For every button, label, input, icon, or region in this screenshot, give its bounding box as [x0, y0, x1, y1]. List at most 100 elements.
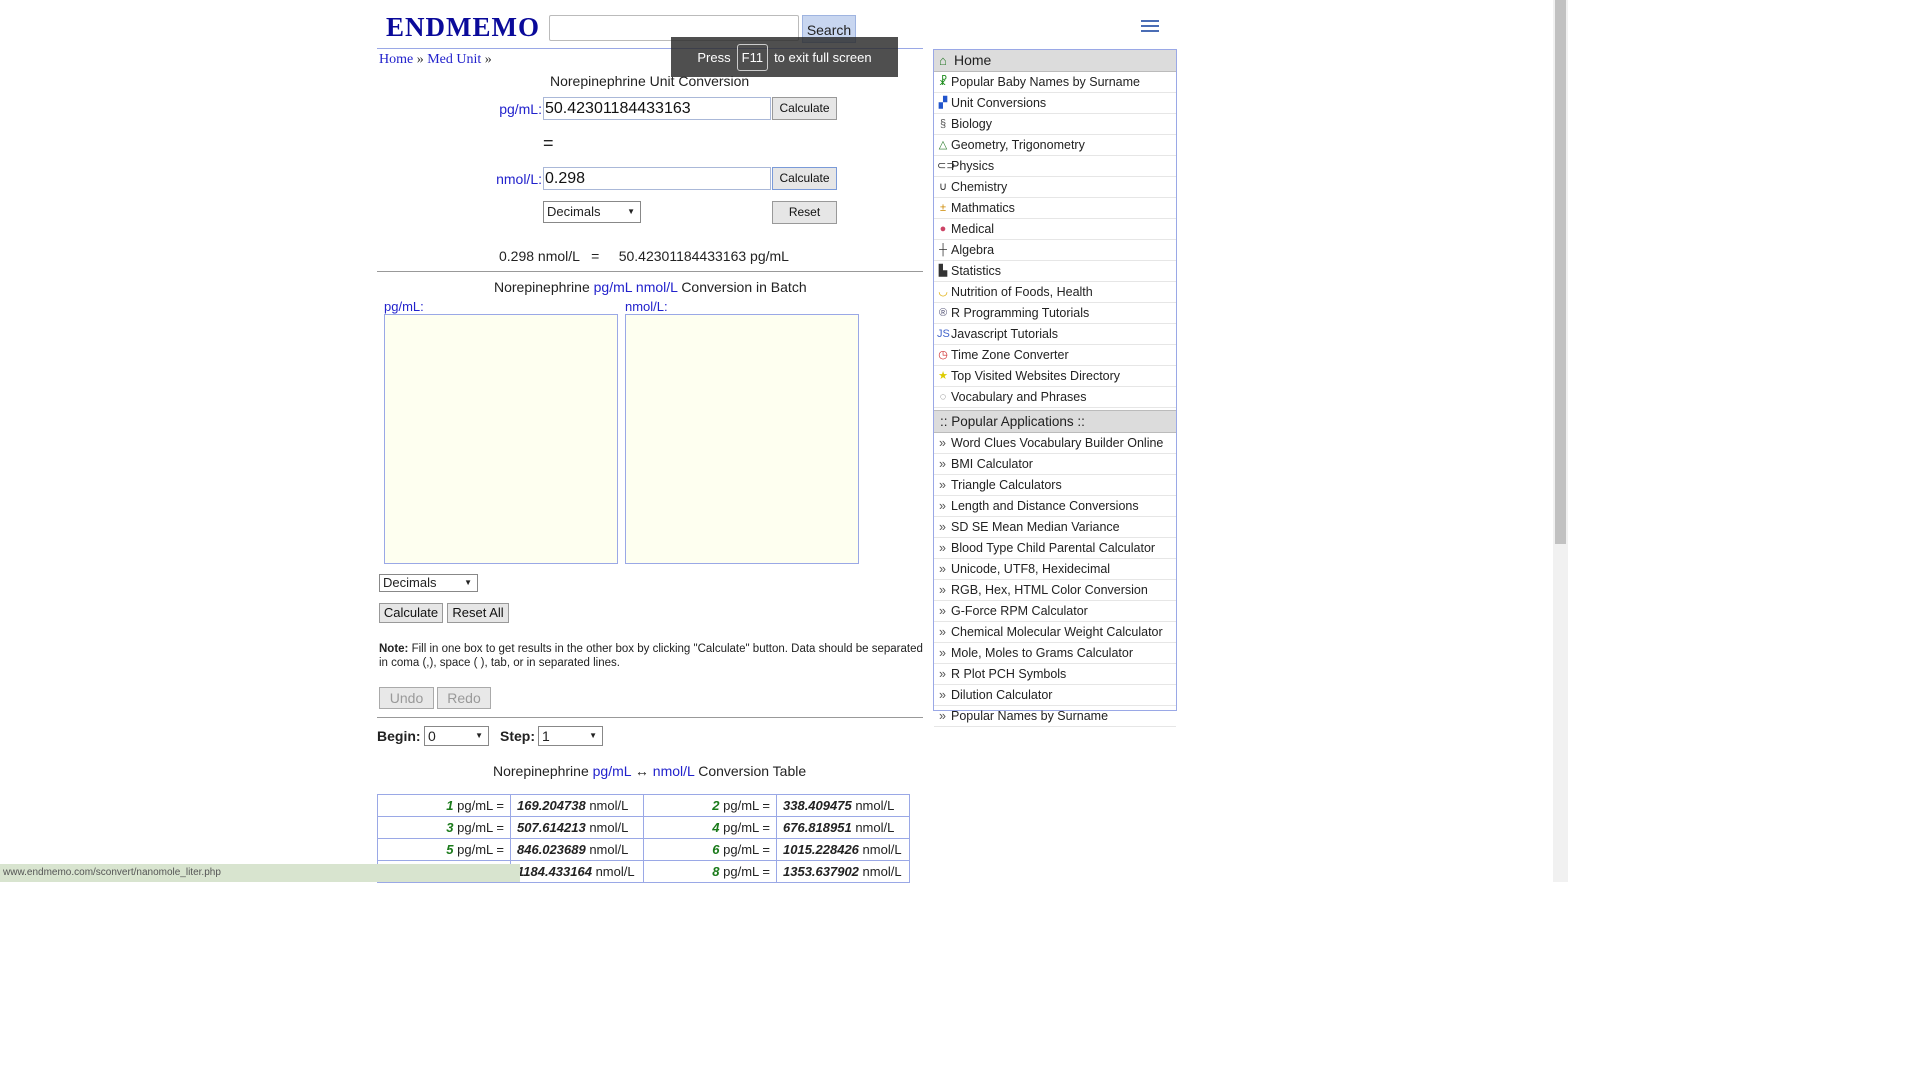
popular-app-link[interactable]: » Triangle Calculators	[934, 475, 1176, 496]
person-icon: ☧	[938, 76, 948, 88]
sidebar-item-label: Time Zone Converter	[951, 348, 1069, 362]
popular-app-link[interactable]: » RGB, Hex, HTML Color Conversion	[934, 580, 1176, 601]
triangle-icon: △	[938, 139, 948, 151]
raquo-icon: »	[939, 436, 946, 450]
breadcrumb-home[interactable]: Home	[379, 52, 413, 67]
popular-app-link[interactable]: » Mole, Moles to Grams Calculator	[934, 643, 1176, 664]
input-unit: pg/mL =	[457, 798, 504, 813]
sidebar-item[interactable]: ┼ Algebra	[934, 240, 1176, 261]
begin-value: 0	[428, 728, 436, 744]
unit1-input[interactable]	[543, 97, 771, 120]
sidebar-item[interactable]: ◡ Nutrition of Foods, Health	[934, 282, 1176, 303]
sidebar-item[interactable]: § Biology	[934, 114, 1176, 135]
batch-calculate-button[interactable]: Calculate	[379, 603, 443, 623]
popular-app-label: Dilution Calculator	[951, 688, 1053, 702]
sidebar-item[interactable]: △ Geometry, Trigonometry	[934, 135, 1176, 156]
result-value: 338.409475	[783, 798, 852, 813]
raquo-icon: »	[939, 688, 946, 702]
popular-app-link[interactable]: » Popular Names by Surname	[934, 706, 1176, 727]
bar-chart-icon: ▙	[938, 265, 948, 277]
batch-decimals-select[interactable]: Decimals ▼	[379, 574, 478, 592]
batch-unit1-link[interactable]: pg/mL	[594, 279, 632, 295]
raquo-icon: »	[939, 709, 946, 723]
redo-button[interactable]: Redo	[437, 687, 491, 709]
sidebar-item[interactable]: ◷ Time Zone Converter	[934, 345, 1176, 366]
decimals-select[interactable]: Decimals ▼	[543, 201, 641, 223]
unit2-input[interactable]	[543, 167, 771, 190]
popular-app-link[interactable]: » Chemical Molecular Weight Calculator	[934, 622, 1176, 643]
popular-app-link[interactable]: » R Plot PCH Symbols	[934, 664, 1176, 685]
input-unit: pg/mL =	[723, 864, 770, 879]
popular-app-link[interactable]: » Unicode, UTF8, Hexidecimal	[934, 559, 1176, 580]
popular-app-label: Triangle Calculators	[951, 478, 1062, 492]
table-unit1-link[interactable]: pg/mL	[593, 763, 631, 779]
sidebar-item-label: Algebra	[951, 243, 995, 257]
result-unit: nmol/L	[855, 798, 895, 813]
popular-app-link[interactable]: » SD SE Mean Median Variance	[934, 517, 1176, 538]
input-value: 6	[712, 842, 720, 857]
site-logo[interactable]: ENDMEMO	[386, 12, 540, 43]
table-result-cell: 169.204738 nmol/L	[510, 794, 644, 817]
table-unit2-link[interactable]: nmol/L	[653, 763, 695, 779]
table-result-cell: 338.409475 nmol/L	[776, 794, 910, 817]
step-label: Step:	[500, 728, 535, 744]
sidebar-item[interactable]: JS Javascript Tutorials	[934, 324, 1176, 345]
decimals-select-value: Decimals	[547, 204, 601, 219]
sidebar-item[interactable]: ® R Programming Tutorials	[934, 303, 1176, 324]
batch-unit2-link[interactable]: nmol/L	[636, 279, 678, 295]
sidebar-item-label: Chemistry	[951, 180, 1008, 194]
popular-app-link[interactable]: » G-Force RPM Calculator	[934, 601, 1176, 622]
raquo-icon: »	[939, 646, 946, 660]
batch-unit1-textarea[interactable]	[384, 314, 618, 564]
popular-app-link[interactable]: » Length and Distance Conversions	[934, 496, 1176, 517]
sidebar-item-label: Top Visited Websites Directory	[951, 369, 1121, 383]
chevron-down-icon: ▼	[627, 207, 635, 216]
sidebar-item-label: Unit Conversions	[951, 96, 1047, 110]
section-divider	[377, 271, 923, 272]
popular-app-link[interactable]: » Dilution Calculator	[934, 685, 1176, 706]
table-result-cell: 1015.228426 nmol/L	[776, 838, 910, 861]
calculate-unit2-button[interactable]: Calculate	[772, 167, 837, 190]
popular-app-link[interactable]: » Word Clues Vocabulary Builder Online	[934, 433, 1176, 454]
undo-button[interactable]: Undo	[379, 687, 434, 709]
reset-all-button[interactable]: Reset All	[447, 603, 509, 623]
fullscreen-rest: to exit full screen	[774, 49, 872, 65]
batch-unit2-textarea[interactable]	[625, 314, 859, 564]
sidebar-item-label: Medical	[951, 222, 995, 236]
reset-button[interactable]: Reset	[772, 201, 837, 224]
result-unit: nmol/L	[595, 864, 635, 879]
begin-select[interactable]: 0 ▼	[424, 726, 489, 746]
input-value: 4	[712, 820, 720, 835]
scrollbar-thumb[interactable]	[1555, 0, 1566, 544]
sidebar-item[interactable]: ± Mathmatics	[934, 198, 1176, 219]
sidebar-item[interactable]: ▙ Statistics	[934, 261, 1176, 282]
result-value: 1015.228426	[783, 842, 859, 857]
sidebar-home[interactable]: ⌂ Home	[934, 50, 1176, 72]
fullscreen-press: Press	[697, 49, 731, 65]
begin-label: Begin:	[377, 728, 421, 744]
blocks-icon: ▞	[938, 97, 948, 109]
sidebar-item[interactable]: ☧ Popular Baby Names by Surname	[934, 72, 1176, 93]
menu-icon[interactable]	[1141, 20, 1159, 36]
speech-icon: ◌	[939, 391, 947, 403]
result-unit: nmol/L	[589, 842, 629, 857]
sidebar-item[interactable]: ★ Top Visited Websites Directory	[934, 366, 1176, 387]
sidebar-item[interactable]: ◌ Vocabulary and Phrases	[934, 387, 1176, 408]
batch-note: Note: Fill in one box to get results in …	[379, 642, 924, 670]
table-row: 3 pg/mL = 507.614213 nmol/L 4 pg/mL = 676.8…	[377, 816, 910, 839]
sidebar-item-label: Biology	[951, 117, 992, 131]
popular-app-label: Popular Names by Surname	[951, 709, 1109, 723]
sidebar-item[interactable]: ● Medical	[934, 219, 1176, 240]
breadcrumb-med-unit[interactable]: Med Unit	[427, 52, 481, 67]
sidebar-item[interactable]: ▞ Unit Conversions	[934, 93, 1176, 114]
result-value: 1184.433164	[517, 864, 592, 879]
step-select[interactable]: 1 ▼	[538, 726, 603, 746]
popular-app-link[interactable]: » Blood Type Child Parental Calculator	[934, 538, 1176, 559]
sidebar-home-label: Home	[954, 52, 992, 68]
clock-icon: ◷	[938, 349, 948, 361]
calculate-unit1-button[interactable]: Calculate	[772, 97, 837, 120]
sidebar-item[interactable]: ∪ Chemistry	[934, 177, 1176, 198]
popular-app-link[interactable]: » BMI Calculator	[934, 454, 1176, 475]
table-result-cell: 1184.433164 nmol/L	[510, 860, 644, 883]
sidebar-item[interactable]: ⊂⊃ Physics	[934, 156, 1176, 177]
